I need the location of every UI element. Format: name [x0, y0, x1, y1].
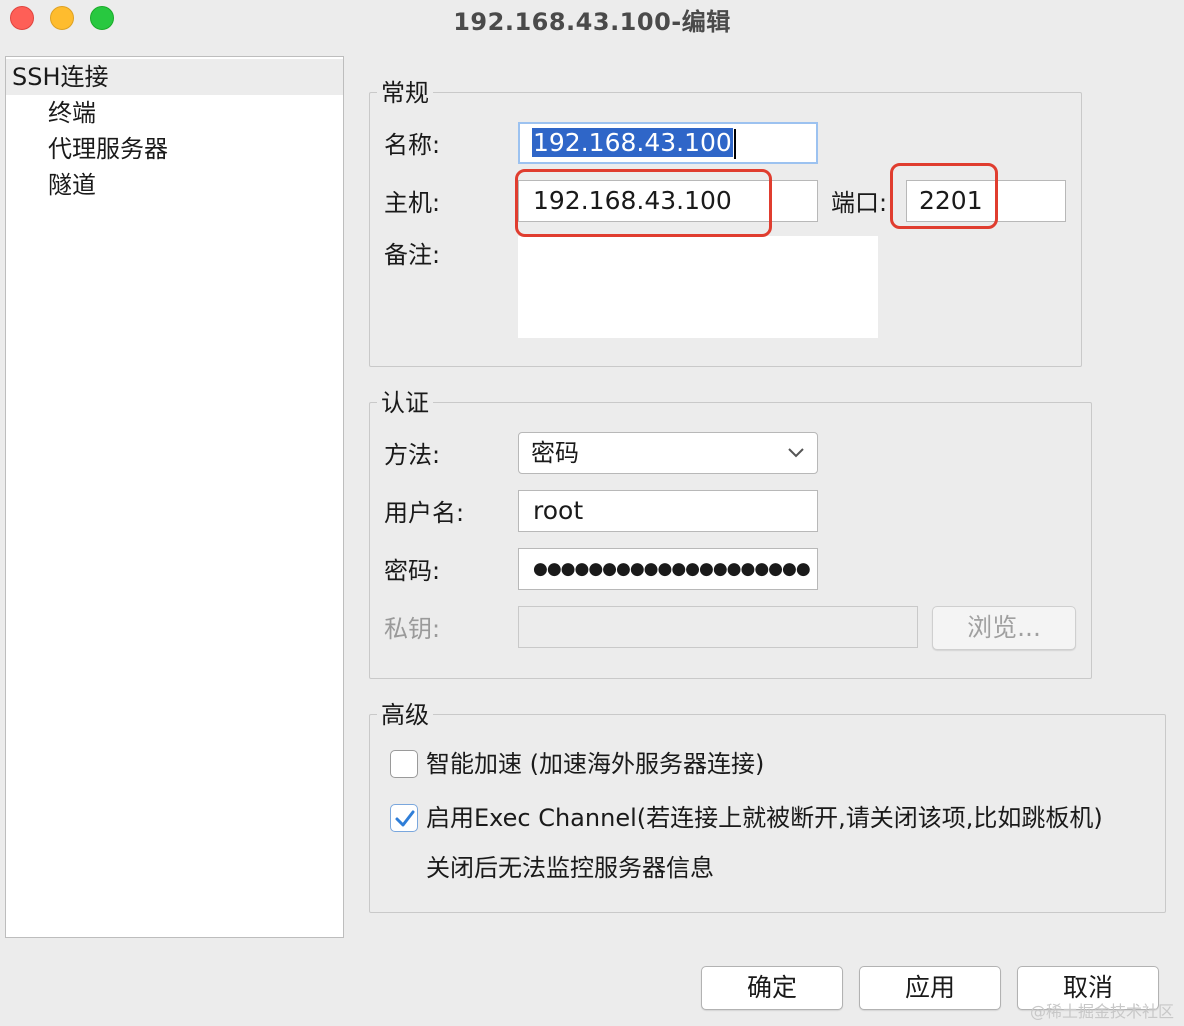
sidebar-item-ssh[interactable]: SSH连接	[6, 59, 343, 95]
window-title: 192.168.43.100-编辑	[453, 8, 731, 36]
host-highlight-box	[515, 169, 772, 237]
accel-label: 智能加速 (加速海外服务器连接)	[426, 750, 765, 778]
auth-legend: 认证	[377, 388, 433, 418]
exec-channel-note: 关闭后无法监控服务器信息	[426, 854, 714, 882]
auth-method-value: 密码	[531, 439, 579, 467]
chevron-down-icon	[788, 448, 804, 458]
host-label: 主机:	[384, 189, 441, 217]
sidebar-item-tunnel[interactable]: 隧道	[48, 167, 96, 203]
accel-checkbox[interactable]	[390, 750, 418, 778]
auth-method-select[interactable]: 密码	[518, 432, 818, 474]
method-label: 方法:	[384, 441, 441, 469]
advanced-legend: 高级	[377, 700, 433, 730]
port-label: 端口:	[831, 189, 888, 217]
username-label: 用户名:	[384, 499, 465, 527]
username-input[interactable]: root	[518, 490, 818, 532]
private-key-label: 私钥:	[384, 615, 441, 643]
port-highlight-box	[890, 163, 998, 229]
private-key-input[interactable]	[518, 606, 918, 648]
exec-channel-checkbox[interactable]	[390, 804, 418, 832]
checkmark-icon	[395, 810, 415, 827]
notes-label: 备注:	[384, 241, 441, 269]
name-label: 名称:	[384, 131, 441, 159]
general-legend: 常规	[377, 78, 433, 108]
apply-button[interactable]: 应用	[859, 966, 1001, 1010]
name-input-value: 192.168.43.100	[532, 128, 733, 157]
browse-button[interactable]: 浏览...	[932, 606, 1076, 650]
ok-button[interactable]: 确定	[701, 966, 843, 1010]
title-bar: 192.168.43.100-编辑	[0, 0, 1184, 40]
text-caret	[733, 129, 736, 159]
name-input[interactable]: 192.168.43.100	[518, 122, 818, 164]
password-input[interactable]: ●●●●●●●●●●●●●●●●●●●●	[518, 548, 818, 590]
sidebar-item-proxy[interactable]: 代理服务器	[48, 131, 168, 167]
exec-channel-label: 启用Exec Channel(若连接上就被断开,请关闭该项,比如跳板机)	[426, 804, 1103, 832]
sidebar-item-terminal[interactable]: 终端	[48, 95, 96, 131]
notes-textarea[interactable]	[518, 236, 878, 338]
watermark: @稀土掘金技术社区	[1029, 1002, 1174, 1021]
password-label: 密码:	[384, 557, 441, 585]
settings-sidebar: SSH连接 终端 代理服务器 隧道	[5, 56, 344, 938]
